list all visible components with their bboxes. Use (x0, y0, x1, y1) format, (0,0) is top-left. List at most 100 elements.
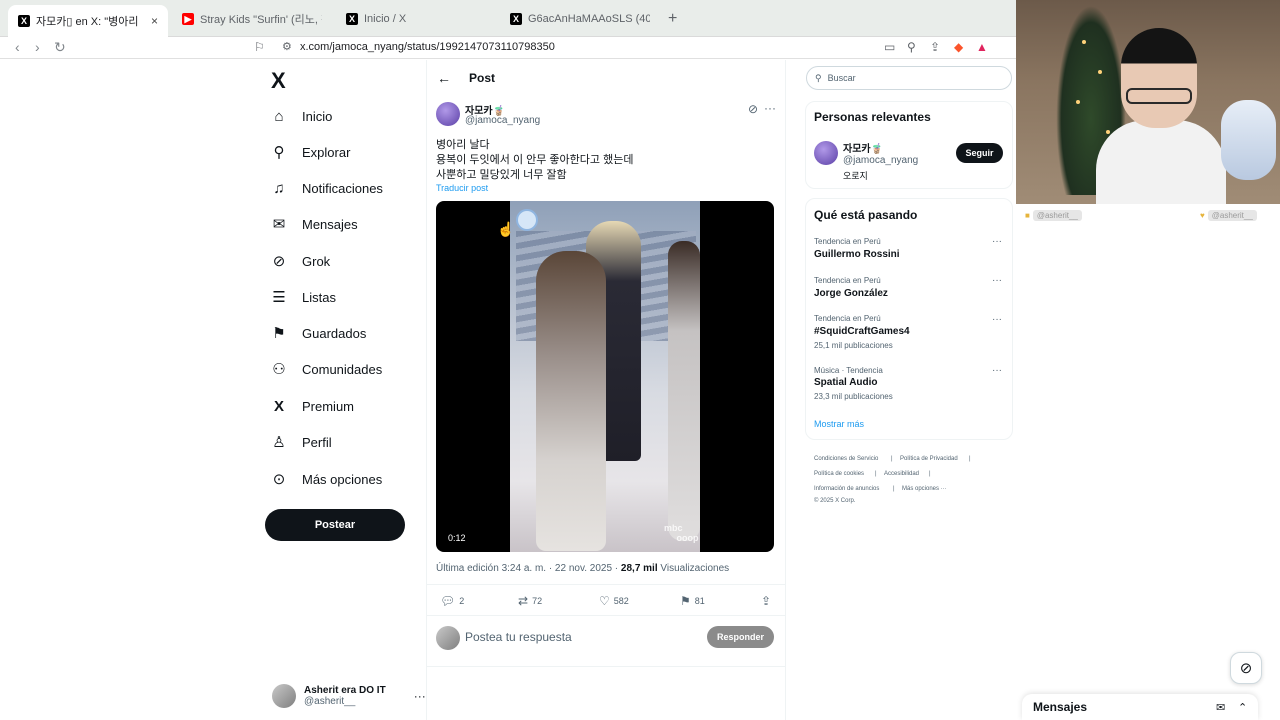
trend-item[interactable]: Spatial Audio (814, 377, 878, 388)
brave-rewards-icon[interactable]: ▲ (976, 40, 988, 54)
search-input[interactable]: ⚲ Buscar (806, 66, 1012, 90)
views-label: Visualizaciones (657, 563, 730, 574)
share-page-icon[interactable]: ⇪ (930, 40, 940, 54)
footer-link[interactable]: Política de Privacidad (900, 456, 958, 462)
post-button[interactable]: Postear (265, 509, 405, 541)
close-tab-icon[interactable]: × (151, 14, 158, 28)
cast-icon[interactable]: ▭ (884, 40, 895, 54)
back-arrow-icon[interactable]: ‹ (15, 39, 20, 55)
translate-link[interactable]: Traducir post (436, 183, 488, 193)
new-tab-button[interactable]: + (668, 10, 677, 28)
browser-tab-active[interactable]: X 자모카▯ en X: "병아리 날다 용복 × (8, 5, 168, 37)
nav-item-inicio[interactable]: ⌂ Inicio (270, 104, 332, 128)
nav-item-premium[interactable]: X Premium (270, 394, 354, 418)
more-horizontal-icon[interactable]: ··· (414, 689, 426, 703)
post-edit-time: Última edición 3:24 a. m. · 22 nov. 2025… (436, 563, 621, 574)
nav-item-perfil[interactable]: ♙ Perfil (270, 430, 331, 454)
site-info-icon[interactable]: ⚙ (282, 40, 292, 53)
author-handle[interactable]: @jamoca_nyang (465, 115, 540, 126)
broadcast-watermark: mbc ooop (664, 523, 699, 543)
profile-icon: ♙ (272, 434, 286, 451)
author-avatar[interactable] (436, 102, 460, 126)
forward-arrow-icon[interactable]: › (35, 39, 40, 55)
broadcast-logo-icon (516, 209, 538, 231)
more-horizontal-icon[interactable]: ··· (992, 236, 1002, 247)
nav-item-comunidades[interactable]: ⚇ Comunidades (270, 357, 382, 381)
more-horizontal-icon[interactable]: ··· (992, 365, 1002, 376)
browser-tab[interactable]: X Inicio / X (336, 6, 496, 32)
grok-icon: ⊘ (1239, 660, 1253, 677)
follow-button[interactable]: Seguir (956, 143, 1003, 163)
views-count: 28,7 mil (620, 563, 658, 574)
back-arrow-icon[interactable]: ← (437, 70, 451, 86)
reload-icon[interactable]: ↻ (54, 39, 66, 56)
footer-link[interactable]: Política de cookies (814, 471, 864, 477)
footer-link[interactable]: Condiciones de Servicio (814, 456, 878, 462)
footer-separator: | (893, 486, 895, 492)
like-action[interactable]: ♡ 582 (599, 594, 629, 608)
more-horizontal-icon[interactable]: ··· (992, 275, 1002, 286)
chevron-up-icon[interactable]: ⌃ (1238, 701, 1247, 714)
more-circle-icon: ⊙ (272, 471, 286, 488)
trend-item[interactable]: #SquidCraftGames4 (814, 326, 910, 337)
nav-item-mas-opciones[interactable]: ⊙ Más opciones (270, 467, 383, 491)
url-field[interactable]: x.com/jamoca_nyang/status/19921470731107… (300, 41, 555, 53)
nav-item-guardados[interactable]: ⚑ Guardados (270, 321, 366, 345)
bookmark-page-icon[interactable]: ⚐ (254, 40, 265, 54)
bookmark-icon: ⚑ (272, 325, 286, 342)
chat-message: ■ @asherit__ (1025, 210, 1082, 221)
messages-drawer[interactable]: Mensajes ✉ ⌃ (1022, 694, 1258, 720)
browser-tab-bar: X 자모카▯ en X: "병아리 날다 용복 × ▶ Stray Kids "… (0, 0, 1016, 37)
nav-item-label: Grok (302, 253, 331, 269)
repost-count: 72 (532, 596, 543, 606)
x-logo[interactable]: X (271, 68, 286, 94)
tab-label: 자모카▯ en X: "병아리 날다 용복 (36, 16, 141, 28)
reply-button[interactable]: Responder (707, 626, 774, 648)
chat-username: @asherit__ (1032, 210, 1082, 221)
nav-item-notificaciones[interactable]: ♫ Notificaciones (270, 176, 383, 200)
bookmark-action[interactable]: ⚑ 81 (680, 594, 705, 608)
account-handle: @asherit__ (304, 696, 356, 707)
chat-emote-icon: ■ (1025, 211, 1030, 220)
avatar[interactable] (814, 141, 838, 165)
home-icon: ⌂ (274, 107, 284, 125)
dancer-figure (536, 251, 606, 551)
streamer-figure (1096, 120, 1226, 204)
account-switcher[interactable]: Asherit era DO IT @asherit__ ··· (272, 684, 426, 708)
browser-tab[interactable]: X G6acAnHaMAAoSLS (4096×2730) (500, 6, 660, 32)
nav-item-mensajes[interactable]: ✉ Mensajes (270, 212, 358, 236)
repost-action[interactable]: ⇄ 72 (518, 594, 542, 608)
nav-item-explorar[interactable]: ⚲ Explorar (270, 140, 351, 164)
more-horizontal-icon[interactable]: ··· (992, 314, 1002, 325)
bookmark-count: 81 (694, 596, 705, 606)
nav-item-label: Listas (302, 289, 336, 305)
nav-item-grok[interactable]: ⊘ Grok (270, 249, 330, 273)
show-more-link[interactable]: Mostrar más (814, 419, 864, 429)
chat-emote-icon: ♥ (1200, 211, 1205, 220)
grok-floating-button[interactable]: ⊘ (1230, 652, 1262, 684)
nav-item-listas[interactable]: ☰ Listas (270, 285, 336, 309)
avatar (436, 626, 460, 650)
footer-link[interactable]: Más opciones ··· (902, 486, 947, 492)
x-favicon-icon: X (510, 13, 522, 25)
mail-icon: ✉ (272, 216, 286, 233)
browser-tab[interactable]: ▶ Stray Kids "Surfin' (리노, 창빈, 필릭스 (172, 6, 332, 32)
relevant-user-name[interactable]: 자모카🧋 (843, 140, 883, 155)
zoom-icon[interactable]: ⚲ (907, 40, 916, 54)
reply-action[interactable]: 💬︎ 2 (440, 594, 464, 608)
search-icon: ⚲ (273, 144, 285, 161)
trend-item[interactable]: Jorge González (814, 288, 888, 299)
trend-item[interactable]: Guillermo Rossini (814, 249, 900, 260)
relevant-user-handle[interactable]: @jamoca_nyang (843, 155, 918, 166)
share-action[interactable]: ⇪ (761, 594, 771, 608)
brave-shield-icon[interactable]: ◆ (954, 40, 963, 54)
footer-link[interactable]: Accesibilidad (884, 471, 919, 477)
nav-item-label: Notificaciones (302, 180, 383, 196)
grok-icon: ⊘ (272, 253, 286, 270)
video-player[interactable]: 0:12 mbc ooop (436, 201, 774, 552)
more-horizontal-icon[interactable]: ··· (764, 101, 776, 115)
compose-message-icon[interactable]: ✉ (1216, 701, 1225, 714)
reply-input[interactable]: Postea tu respuesta (465, 630, 572, 644)
grok-explain-icon[interactable]: ⊘ (748, 102, 758, 116)
footer-link[interactable]: Información de anuncios (814, 486, 879, 492)
